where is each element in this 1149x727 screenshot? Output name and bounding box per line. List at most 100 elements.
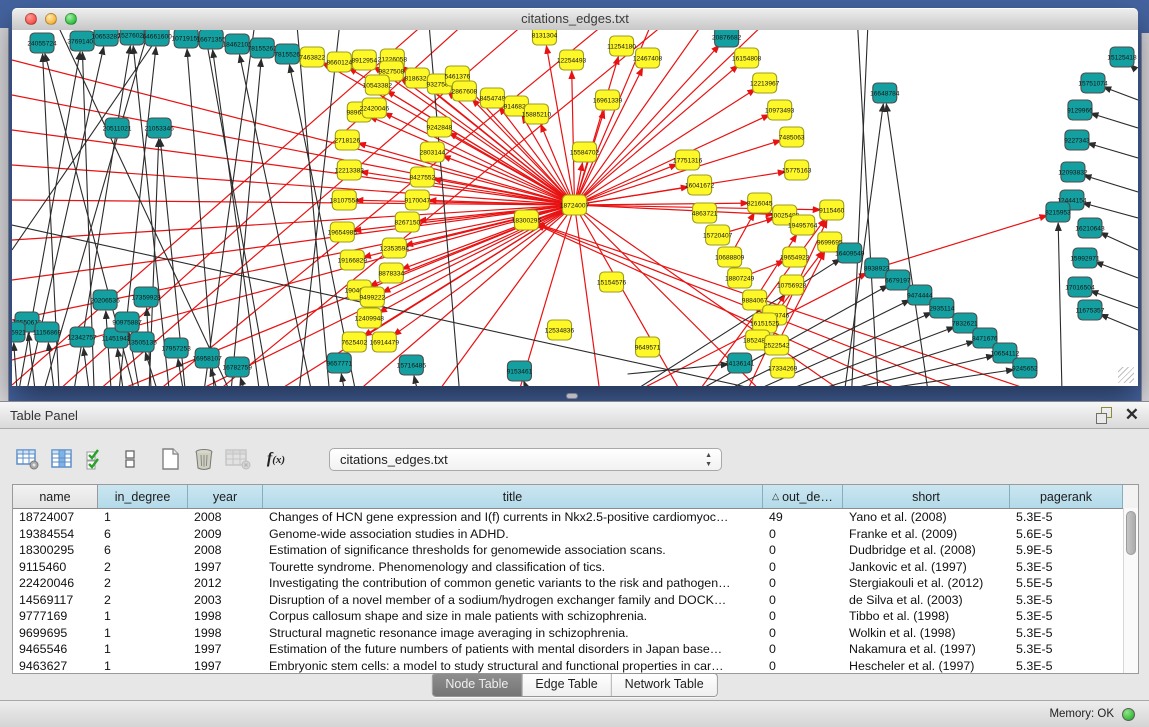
graph-node[interactable]: 10756928: [777, 275, 807, 295]
graph-node[interactable]: 9242848: [427, 117, 453, 137]
graph-node[interactable]: 19166829: [338, 250, 368, 270]
tab-edge-table[interactable]: Edge Table: [522, 674, 611, 696]
graph-node[interactable]: 2935114: [929, 298, 955, 318]
graph-node[interactable]: 20206536: [90, 290, 120, 310]
graph-node[interactable]: 4863721: [692, 203, 718, 223]
graph-node[interactable]: 9657771: [326, 353, 352, 373]
table-row[interactable]: 977716911998Corpus callosum shape and si…: [13, 608, 1138, 625]
graph-node[interactable]: 13505135: [127, 332, 157, 352]
graph-node[interactable]: 2522542: [764, 335, 790, 355]
table-row[interactable]: 969969511998Structural magnetic resonanc…: [13, 625, 1138, 642]
table-row[interactable]: 1872400712008Changes of HCN gene express…: [13, 509, 1138, 526]
graph-node[interactable]: 16914479: [370, 332, 400, 352]
tab-node-table[interactable]: Node Table: [432, 674, 522, 696]
graph-node[interactable]: 17359928: [131, 287, 161, 307]
graph-node[interactable]: 15775163: [782, 160, 812, 180]
graph-node[interactable]: 7815526: [274, 44, 300, 64]
graph-node[interactable]: 20876682: [712, 30, 742, 47]
graph-node[interactable]: 8912954: [351, 50, 377, 70]
graph-node[interactable]: 8427552: [410, 167, 436, 187]
graph-node[interactable]: 15125418: [1107, 47, 1137, 67]
table-row[interactable]: 1938455462009Genome-wide association stu…: [13, 526, 1138, 543]
table-scrollbar[interactable]: [1123, 508, 1138, 673]
graph-node[interactable]: 15584702: [570, 142, 600, 162]
graph-node[interactable]: 19654923: [780, 247, 810, 267]
table-row[interactable]: 911546021997Tourette syndrome. Phenomeno…: [13, 559, 1138, 576]
graph-node[interactable]: 12213383: [335, 160, 365, 180]
table-row[interactable]: 1830029562008Estimation of significance …: [13, 542, 1138, 559]
select-columns-icon[interactable]: [49, 446, 75, 472]
citation-network-graph[interactable]: 2405572437691406106532871527602164661600…: [12, 30, 1138, 386]
window-titlebar[interactable]: citations_edges.txt: [12, 8, 1138, 31]
network-canvas[interactable]: 2405572437691406106532871527602164661600…: [12, 30, 1138, 386]
graph-node[interactable]: 20511021: [103, 118, 132, 138]
graph-node[interactable]: 9115460: [819, 200, 845, 220]
graph-node[interactable]: 78155262: [248, 38, 278, 58]
graph-node[interactable]: 8131304: [532, 30, 558, 45]
graph-node[interactable]: 15885210: [522, 104, 552, 124]
graph-node[interactable]: 18807249: [725, 268, 755, 288]
graph-node[interactable]: 12534836: [545, 320, 575, 340]
graph-node[interactable]: 2867608: [452, 81, 478, 101]
graph-node[interactable]: 18724007: [560, 195, 590, 215]
graph-node[interactable]: 9170047: [405, 190, 431, 210]
column-header-pagerank[interactable]: pagerank: [1010, 485, 1123, 508]
graph-node[interactable]: 9129966: [1067, 100, 1093, 120]
graph-node[interactable]: 9227343: [1064, 130, 1090, 150]
graph-node[interactable]: 16958107: [192, 348, 222, 368]
table-selector-dropdown[interactable]: citations_edges.txt ▲▼: [329, 448, 722, 471]
graph-node[interactable]: 2718126: [334, 130, 360, 150]
graph-node[interactable]: 12342757: [67, 327, 97, 347]
graph-node[interactable]: 18300295: [512, 210, 542, 230]
graph-node[interactable]: 17751316: [673, 150, 703, 170]
graph-node[interactable]: 7485063: [779, 127, 805, 147]
column-header-short[interactable]: short: [843, 485, 1010, 508]
graph-node[interactable]: 9649571: [635, 337, 661, 357]
graph-node[interactable]: 10543382: [363, 75, 393, 95]
split-pane-handle[interactable]: [566, 393, 578, 399]
graph-node[interactable]: 9499222: [359, 287, 385, 307]
window-resize-grip[interactable]: [1118, 367, 1134, 383]
graph-node[interactable]: 64661600: [142, 30, 172, 46]
graph-node[interactable]: 16409549: [835, 243, 865, 263]
column-header-name[interactable]: name: [13, 485, 98, 508]
graph-node[interactable]: 17957253: [161, 338, 191, 358]
graph-node[interactable]: 3915921: [12, 322, 26, 342]
graph-node[interactable]: 8454749: [480, 88, 506, 108]
function-builder-icon[interactable]: f(x): [259, 446, 293, 472]
graph-node[interactable]: 9245652: [1012, 358, 1038, 378]
graph-node[interactable]: 8215953: [1045, 202, 1071, 222]
graph-node[interactable]: 17016504: [1065, 277, 1095, 297]
graph-node[interactable]: 16210643: [1075, 218, 1105, 238]
graph-node[interactable]: 17334269: [768, 358, 798, 378]
graph-node[interactable]: 15720407: [703, 225, 733, 245]
graph-node[interactable]: 15751074: [1078, 73, 1108, 93]
graph-node[interactable]: 11254180: [607, 36, 636, 56]
table-row[interactable]: 1456911722003Disruption of a novel membe…: [13, 592, 1138, 609]
graph-node[interactable]: 16041672: [685, 175, 715, 195]
table-row[interactable]: 946554611997Estimation of the future num…: [13, 641, 1138, 658]
graph-node[interactable]: 9153461: [507, 361, 533, 381]
graph-node[interactable]: 19495764: [788, 215, 818, 235]
graph-node[interactable]: 18107554: [330, 190, 360, 210]
table-settings-icon[interactable]: [15, 446, 41, 472]
graph-node[interactable]: 11156869: [33, 322, 62, 342]
graph-node[interactable]: 22420046: [360, 98, 390, 118]
graph-node[interactable]: 12254493: [557, 50, 587, 70]
graph-node[interactable]: 12213967: [750, 73, 780, 93]
column-header-title[interactable]: title: [263, 485, 763, 508]
graph-node[interactable]: 12093832: [1058, 162, 1088, 182]
graph-node[interactable]: 12409948: [355, 308, 385, 328]
select-all-icon[interactable]: [83, 446, 109, 472]
table-scrollbar-thumb[interactable]: [1126, 511, 1136, 555]
delete-icon[interactable]: [191, 446, 217, 472]
column-header-out_de[interactable]: △out_de…: [763, 485, 843, 508]
graph-node[interactable]: 19654985: [328, 222, 358, 242]
graph-node[interactable]: 8660124: [326, 52, 352, 72]
graph-node[interactable]: 15716485: [397, 355, 427, 375]
graph-node[interactable]: 8216045: [747, 193, 773, 213]
new-file-icon[interactable]: [157, 446, 183, 472]
rows-icon[interactable]: [117, 446, 143, 472]
close-panel-icon[interactable]: ✕: [1125, 406, 1139, 424]
tab-network-table[interactable]: Network Table: [612, 674, 717, 696]
